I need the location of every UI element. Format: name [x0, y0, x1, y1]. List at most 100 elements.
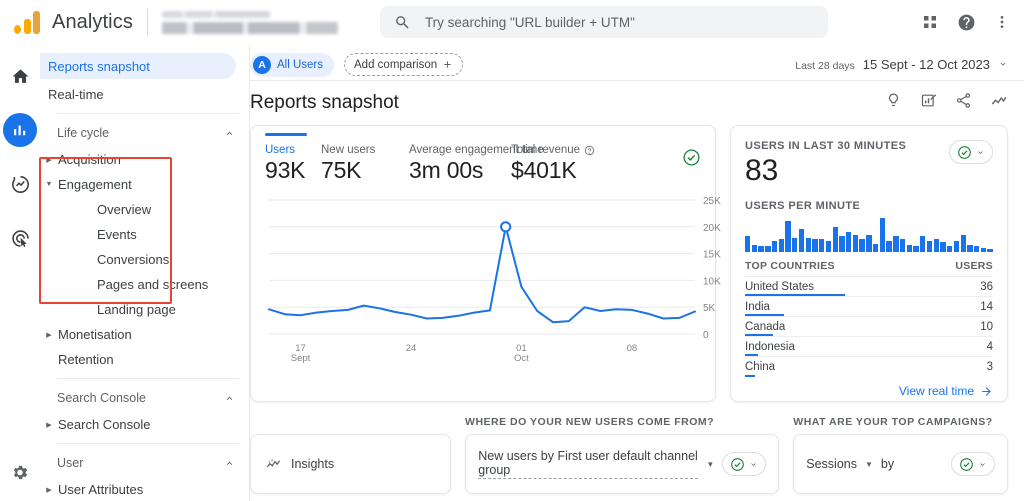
sidebar-item-label: Monetisation — [58, 327, 132, 342]
audience-filter-chip[interactable]: A All Users — [250, 52, 335, 77]
metric-tab-new-users[interactable]: New users 75K — [321, 144, 409, 184]
metric-tab-avg-engagement-time[interactable]: Average engagement time 3m 00s — [409, 144, 544, 184]
analytics-app: Analytics Try searching "URL builder + U… — [0, 0, 1024, 501]
rail-item-advertising[interactable] — [3, 221, 37, 255]
users-per-minute-bar — [792, 237, 798, 252]
sidebar-item-reports-snapshot[interactable]: Reports snapshot — [40, 53, 236, 79]
rail-item-explore[interactable] — [3, 167, 37, 201]
info-help-icon[interactable] — [584, 145, 595, 156]
sidebar-item-monetisation[interactable]: ▶ Monetisation — [40, 322, 249, 347]
chevron-down-icon[interactable]: ▼ — [706, 460, 714, 469]
sidebar-section-user[interactable]: User — [40, 449, 249, 477]
users-per-minute-bar — [758, 246, 764, 252]
users-per-minute-bar — [765, 246, 771, 252]
sidebar-item-label: Conversions — [97, 252, 170, 267]
rail-item-reports[interactable] — [3, 113, 37, 147]
account-property-selector[interactable] — [161, 10, 338, 34]
users-per-minute-bar — [973, 246, 980, 252]
country-users: 36 — [980, 280, 993, 293]
country-users: 4 — [986, 340, 993, 353]
users-per-minute-bar — [879, 218, 886, 252]
page-title: Reports snapshot — [250, 92, 399, 113]
more-vert-icon[interactable] — [994, 14, 1010, 30]
users-per-minute-bar — [947, 246, 953, 252]
sidebar-item-user-attributes[interactable]: ▶ User Attributes — [40, 477, 249, 501]
users-per-minute-bar — [926, 240, 933, 252]
chevron-down-icon — [1000, 62, 1006, 66]
sidebar-item-overview[interactable]: Overview — [40, 197, 249, 222]
insights-lightbulb-icon[interactable] — [885, 92, 902, 114]
metric-tab-total-revenue[interactable]: Total revenue $401K — [511, 144, 631, 184]
gear-icon — [13, 465, 28, 480]
view-real-time-link[interactable]: View real time — [745, 384, 993, 398]
share-icon[interactable] — [955, 92, 972, 114]
check-circle-icon — [731, 457, 745, 471]
date-range-selector[interactable]: Last 28 days 15 Sept - 12 Oct 2023 — [795, 57, 1008, 72]
view-real-time-label: View real time — [898, 384, 974, 398]
sidebar-item-label: User Attributes — [58, 482, 144, 497]
users-per-minute-bar — [906, 244, 912, 252]
apps-grid-icon[interactable] — [921, 13, 939, 31]
sidebar-section-life-cycle[interactable]: Life cycle — [40, 119, 249, 147]
rail-item-home[interactable] — [3, 59, 37, 93]
users-per-minute-bar — [812, 239, 818, 252]
country-name: United States — [745, 280, 815, 293]
filter-bar: A All Users Add comparison Last 28 days … — [250, 45, 1024, 81]
table-row[interactable]: Canada 10 — [745, 317, 993, 337]
sidebar-item-real-time[interactable]: Real-time — [40, 82, 249, 107]
chevron-down-icon — [751, 462, 756, 466]
trend-icon[interactable] — [990, 92, 1008, 115]
insights-trend-icon — [266, 459, 281, 467]
x-axis-tick-label: Sept — [291, 353, 311, 364]
sidebar-item-label: Reports snapshot — [48, 58, 150, 74]
help-icon[interactable] — [957, 13, 976, 32]
date-preset-label: Last 28 days — [795, 60, 855, 72]
realtime-status-dropdown[interactable] — [949, 140, 993, 164]
sidebar-item-engagement[interactable]: ▼ Engagement — [40, 172, 249, 197]
new-users-metric-select[interactable]: New users by First user default channel … — [478, 449, 699, 479]
audience-avatar: A — [253, 55, 271, 74]
sidebar-item-acquisition[interactable]: ▶ Acquisition — [40, 147, 249, 172]
metric-label: Users — [265, 144, 296, 156]
sidebar-item-pages-and-screens[interactable]: Pages and screens — [40, 272, 249, 297]
audience-label: All Users — [277, 58, 324, 71]
users-per-minute-bar — [846, 232, 852, 252]
sidebar-item-retention[interactable]: Retention — [40, 347, 249, 372]
sidebar-item-search-console[interactable]: ▶ Search Console — [40, 412, 249, 437]
chart-highlight-point[interactable] — [500, 221, 512, 233]
sidebar-section-search-console[interactable]: Search Console — [40, 384, 249, 412]
sidebar-item-conversions[interactable]: Conversions — [40, 247, 249, 272]
table-row[interactable]: United States 36 — [745, 277, 993, 297]
campaigns-status-dropdown[interactable] — [951, 452, 995, 476]
x-axis-tick-label: 08 — [627, 343, 638, 354]
active-tab-indicator — [265, 133, 307, 136]
data-quality-status-icon[interactable] — [682, 148, 701, 184]
sidebar-item-label: Landing page — [97, 302, 176, 317]
customise-report-icon[interactable] — [920, 92, 937, 114]
users-line-chart: 0 5K 10K 15K 20K 25K 17 Sept 24 01 Oct 08 — [251, 192, 733, 372]
sidebar-item-landing-page[interactable]: Landing page — [40, 297, 249, 322]
arrow-right-icon — [982, 386, 991, 396]
insights-card[interactable]: Insights — [250, 434, 452, 494]
cards-row-bottom: Insights New users by First user default… — [250, 434, 1024, 494]
sidebar-item-events[interactable]: Events — [40, 222, 249, 247]
users-series-line — [268, 225, 696, 324]
new-users-status-dropdown[interactable] — [722, 452, 767, 476]
chevron-down-icon — [978, 150, 983, 154]
realtime-caption: USERS IN LAST 30 MINUTES — [745, 140, 907, 152]
table-row[interactable]: India 14 — [745, 297, 993, 317]
add-comparison-button[interactable]: Add comparison — [344, 53, 464, 76]
table-header-row: TOP COUNTRIES USERS — [745, 260, 993, 277]
users-per-minute-bar-chart — [745, 218, 993, 252]
rail-item-admin[interactable] — [11, 463, 30, 487]
add-comparison-label: Add comparison — [354, 58, 438, 71]
sidebar-item-label: Retention — [58, 352, 114, 367]
users-per-minute-bar — [859, 239, 865, 252]
search-bar[interactable]: Try searching "URL builder + UTM" — [379, 6, 828, 38]
campaigns-metric-select[interactable]: Sessions — [806, 457, 857, 471]
metric-tab-users[interactable]: Users 93K — [265, 133, 321, 184]
chevron-down-icon[interactable]: ▼ — [865, 460, 873, 469]
country-users: 14 — [980, 300, 993, 313]
table-row[interactable]: Indonesia 4 — [745, 337, 993, 357]
table-row[interactable]: China 3 — [745, 357, 993, 377]
